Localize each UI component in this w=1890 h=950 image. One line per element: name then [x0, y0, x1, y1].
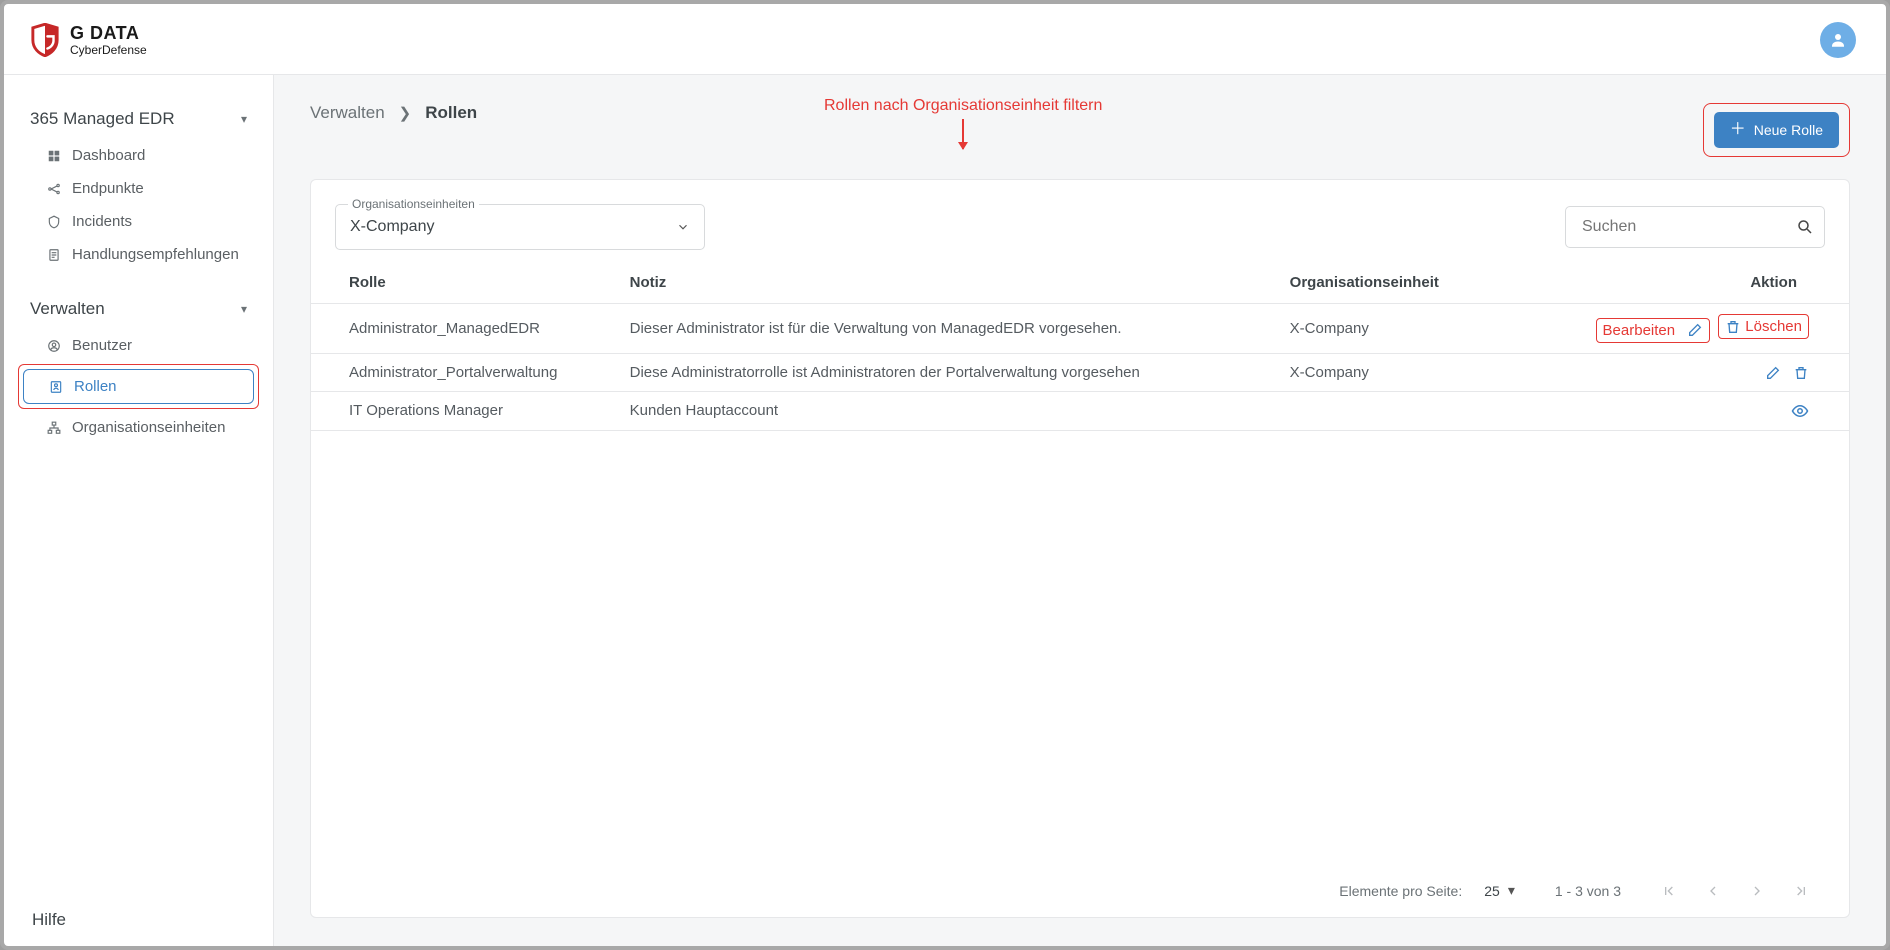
- sidebar-section-label: 365 Managed EDR: [30, 109, 175, 129]
- delete-icon[interactable]: [1793, 365, 1809, 381]
- brand-line2: CyberDefense: [70, 44, 147, 56]
- user-icon: [1829, 31, 1847, 49]
- annotation-text: Bearbeiten: [1603, 322, 1676, 339]
- cell-orgunit: [1266, 391, 1572, 430]
- cell-note: Diese Administratorrolle ist Administrat…: [606, 353, 1266, 391]
- sidebar-item-rollen[interactable]: Rollen: [23, 369, 254, 404]
- breadcrumb-parent[interactable]: Verwalten: [310, 103, 385, 123]
- sidebar-item-organisationseinheiten[interactable]: Organisationseinheiten: [18, 411, 259, 444]
- sidebar: 365 Managed EDR ▾ Dashboard Endpunkte In…: [4, 75, 274, 946]
- sidebar-section-verwalten[interactable]: Verwalten ▾: [18, 289, 259, 329]
- sidebar-section-label: Verwalten: [30, 299, 105, 319]
- sidebar-item-label: Incidents: [72, 213, 132, 230]
- sidebar-item-label: Endpunkte: [72, 180, 144, 197]
- sidebar-item-incidents[interactable]: Incidents: [18, 205, 259, 238]
- endpoints-icon: [46, 181, 62, 197]
- caret-down-icon[interactable]: ▾: [1508, 882, 1515, 899]
- chevron-down-icon: ▾: [241, 302, 247, 316]
- page-prev-button[interactable]: [1705, 883, 1721, 899]
- chevron-down-icon: ▾: [241, 112, 247, 126]
- cell-role: IT Operations Manager: [311, 391, 606, 430]
- col-role[interactable]: Rolle: [311, 262, 606, 304]
- sidebar-item-label: Benutzer: [72, 337, 132, 354]
- plus-icon: ＋: [1730, 122, 1746, 138]
- annotation-text: Löschen: [1745, 318, 1802, 335]
- roles-icon: [48, 379, 64, 395]
- brand-text: G DATA CyberDefense: [70, 24, 147, 56]
- org-unit-select[interactable]: Organisationseinheiten X-Company: [335, 204, 705, 250]
- cell-orgunit: X-Company: [1266, 304, 1572, 354]
- cell-actions: Bearbeiten Löschen: [1572, 304, 1849, 354]
- sidebar-item-label: Organisationseinheiten: [72, 419, 225, 436]
- page-first-button[interactable]: [1661, 883, 1677, 899]
- cell-role: Administrator_ManagedEDR: [311, 304, 606, 354]
- arrow-down-icon: [962, 119, 964, 149]
- roles-card: Organisationseinheiten X-Company Rolle N…: [310, 179, 1850, 918]
- shield-logo-icon: [30, 23, 60, 57]
- brand-logo[interactable]: G DATA CyberDefense: [30, 23, 147, 57]
- search-icon: [1796, 218, 1814, 236]
- cell-actions: [1572, 353, 1849, 391]
- cell-role: Administrator_Portalverwaltung: [311, 353, 606, 391]
- table-row: Administrator_Portalverwaltung Diese Adm…: [311, 353, 1849, 391]
- page-next-button[interactable]: [1749, 883, 1765, 899]
- col-orgunit[interactable]: Organisationseinheit: [1266, 262, 1572, 304]
- cell-actions: [1572, 391, 1849, 430]
- top-bar: G DATA CyberDefense: [4, 4, 1886, 75]
- pagination-range: 1 - 3 von 3: [1555, 883, 1621, 899]
- edit-icon[interactable]: [1765, 365, 1781, 381]
- brand-line1: G DATA: [70, 24, 147, 42]
- per-page-value[interactable]: 25: [1484, 883, 1500, 899]
- per-page-label: Elemente pro Seite:: [1339, 883, 1462, 899]
- breadcrumb: Verwalten ❯ Rollen: [310, 103, 477, 123]
- annotation-text: Rollen nach Organisationseinheit filtern: [824, 97, 1102, 115]
- annotation-edit-highlight: Bearbeiten: [1596, 318, 1711, 343]
- sidebar-item-endpunkte[interactable]: Endpunkte: [18, 172, 259, 205]
- sidebar-item-benutzer[interactable]: Benutzer: [18, 329, 259, 362]
- breadcrumb-current: Rollen: [425, 103, 477, 123]
- sidebar-item-label: Dashboard: [72, 147, 145, 164]
- recommendations-icon: [46, 247, 62, 263]
- org-unit-select-label: Organisationseinheiten: [348, 197, 479, 211]
- search-input[interactable]: [1580, 217, 1788, 237]
- sidebar-item-label: Handlungsempfehlungen: [72, 246, 239, 263]
- page-last-button[interactable]: [1793, 883, 1809, 899]
- cell-note: Dieser Administrator ist für die Verwalt…: [606, 304, 1266, 354]
- new-role-button[interactable]: ＋ Neue Rolle: [1714, 112, 1839, 148]
- button-label: Neue Rolle: [1754, 122, 1823, 138]
- chevron-right-icon: ❯: [399, 104, 412, 122]
- annotation-filter-hint: Rollen nach Organisationseinheit filtern: [824, 97, 1102, 149]
- sidebar-item-hilfe[interactable]: Hilfe: [4, 894, 273, 946]
- pagination: Elemente pro Seite: 25 ▾ 1 - 3 von 3: [311, 868, 1849, 917]
- orgunits-icon: [46, 420, 62, 436]
- sidebar-item-handlungsempfehlungen[interactable]: Handlungsempfehlungen: [18, 238, 259, 271]
- view-icon[interactable]: [1791, 402, 1809, 420]
- incidents-icon: [46, 214, 62, 230]
- users-icon: [46, 338, 62, 354]
- sidebar-item-dashboard[interactable]: Dashboard: [18, 139, 259, 172]
- edit-icon[interactable]: [1687, 322, 1703, 338]
- org-unit-selected-value: X-Company: [350, 218, 434, 236]
- table-row: Administrator_ManagedEDR Dieser Administ…: [311, 304, 1849, 354]
- annotation-delete-highlight: Löschen: [1718, 314, 1809, 339]
- main-content: Rollen nach Organisationseinheit filtern…: [274, 75, 1886, 946]
- table-row: IT Operations Manager Kunden Hauptaccoun…: [311, 391, 1849, 430]
- col-note[interactable]: Notiz: [606, 262, 1266, 304]
- col-action: Aktion: [1572, 262, 1849, 304]
- dashboard-icon: [46, 148, 62, 164]
- search-field[interactable]: [1565, 206, 1825, 248]
- cell-note: Kunden Hauptaccount: [606, 391, 1266, 430]
- sidebar-item-label: Rollen: [74, 378, 117, 395]
- cell-orgunit: X-Company: [1266, 353, 1572, 391]
- sidebar-section-managed-edr[interactable]: 365 Managed EDR ▾: [18, 99, 259, 139]
- sidebar-item-label: Hilfe: [32, 910, 66, 929]
- delete-icon[interactable]: [1725, 319, 1741, 335]
- annotation-new-role-highlight: ＋ Neue Rolle: [1703, 103, 1850, 157]
- roles-table: Rolle Notiz Organisationseinheit Aktion …: [311, 262, 1849, 431]
- chevron-down-icon: [676, 220, 690, 234]
- avatar[interactable]: [1820, 22, 1856, 58]
